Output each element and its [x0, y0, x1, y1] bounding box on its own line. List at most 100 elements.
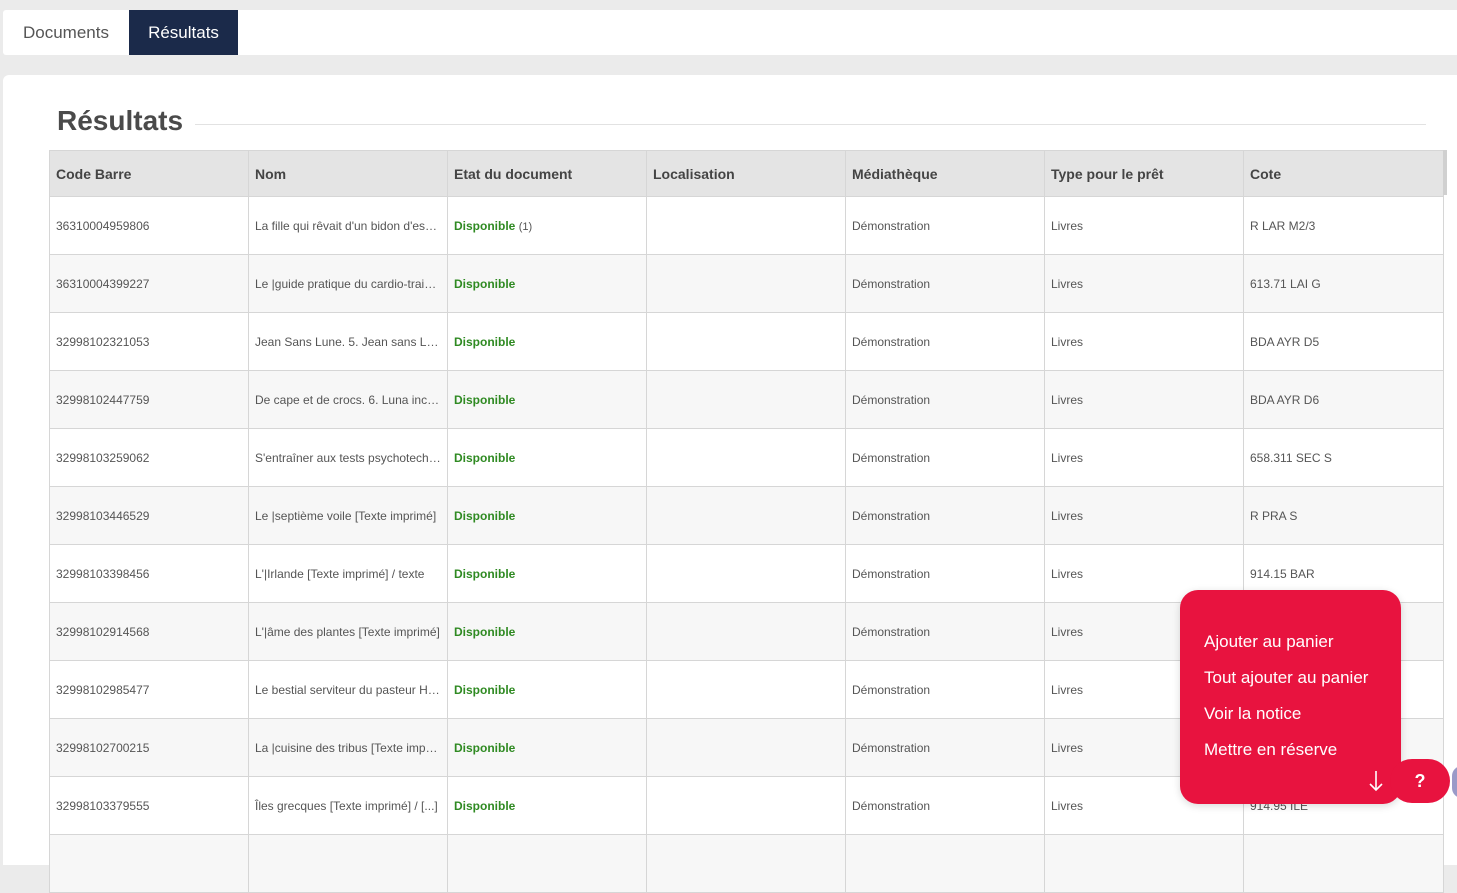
- table-row[interactable]: [49, 834, 1444, 893]
- cell-localisation: [646, 834, 846, 893]
- table-row[interactable]: 36310004959806 La fille qui rêvait d'un b…: [49, 196, 1444, 255]
- column-header-localisation[interactable]: Localisation: [646, 150, 846, 197]
- side-widget-edge[interactable]: [1452, 766, 1457, 798]
- cell-nom: S'entraîner aux tests psychotechniques: [248, 428, 448, 487]
- cell-mediatheque: Démonstration: [845, 718, 1045, 777]
- cell-nom: La fille qui rêvait d'un bidon d'essence…: [248, 196, 448, 255]
- availability-status: Disponible: [454, 392, 516, 407]
- cell-nom: De cape et de crocs. 6. Luna incognita: [248, 370, 448, 429]
- cell-nom: Le |guide pratique du cardio-training: [248, 254, 448, 313]
- menu-item-voir-notice[interactable]: Voir la notice: [1204, 704, 1301, 724]
- column-header-etat[interactable]: Etat du document: [447, 150, 647, 197]
- cell-localisation: [646, 544, 846, 603]
- availability-status: Disponible: [454, 508, 516, 523]
- column-header-nom[interactable]: Nom: [248, 150, 448, 197]
- cell-type-pret: Livres: [1044, 428, 1244, 487]
- page-title: Résultats: [57, 105, 184, 136]
- cell-type-pret: Livres: [1044, 254, 1244, 313]
- cell-type-pret: Livres: [1044, 196, 1244, 255]
- cell-nom: La |cuisine des tribus [Texte imprimé]: [248, 718, 448, 777]
- cell-mediatheque: Démonstration: [845, 776, 1045, 835]
- cell-nom: Jean Sans Lune. 5. Jean sans Lune: [248, 312, 448, 371]
- cell-nom: Le bestial serviteur du pasteur Huuskone…: [248, 660, 448, 719]
- cell-mediatheque: Démonstration: [845, 544, 1045, 603]
- availability-status: Disponible: [454, 740, 516, 755]
- column-header-type-pret[interactable]: Type pour le prêt: [1044, 150, 1244, 197]
- table-row[interactable]: 36310004399227 Le |guide pratique du card…: [49, 254, 1444, 313]
- cell-etat: Disponible: [447, 718, 647, 777]
- cell-localisation: [646, 428, 846, 487]
- cell-etat: Disponible: [447, 254, 647, 313]
- table-row[interactable]: 32998103446529 Le |septième voile [Texte …: [49, 486, 1444, 545]
- cell-localisation: [646, 196, 846, 255]
- availability-status: Disponible: [454, 334, 516, 349]
- cell-cote: BDA AYR D5: [1243, 312, 1444, 371]
- availability-status: Disponible: [454, 624, 516, 639]
- cell-etat: Disponible (1): [447, 196, 647, 255]
- cell-cote: [1243, 834, 1444, 893]
- cell-localisation: [646, 254, 846, 313]
- cell-cote: R PRA S: [1243, 486, 1444, 545]
- cell-etat: Disponible: [447, 312, 647, 371]
- context-menu: Ajouter au panier Tout ajouter au panier…: [1180, 590, 1401, 804]
- cell-code-barre: 32998103379555: [49, 776, 249, 835]
- menu-item-ajouter-panier[interactable]: Ajouter au panier: [1204, 632, 1333, 652]
- cell-nom: [248, 834, 448, 893]
- column-header-cote[interactable]: Cote: [1243, 150, 1444, 197]
- table-row[interactable]: 32998102321053 Jean Sans Lune. 5. Jean sa…: [49, 312, 1444, 371]
- cell-mediatheque: [845, 834, 1045, 893]
- availability-status: Disponible: [454, 566, 516, 581]
- column-header-mediatheque[interactable]: Médiathèque: [845, 150, 1045, 197]
- availability-status: Disponible: [454, 798, 516, 813]
- cell-mediatheque: Démonstration: [845, 312, 1045, 371]
- menu-item-mettre-reserve[interactable]: Mettre en réserve: [1204, 740, 1337, 760]
- cell-localisation: [646, 370, 846, 429]
- help-button[interactable]: ?: [1390, 759, 1450, 803]
- cell-cote: 613.71 LAI G: [1243, 254, 1444, 313]
- cell-etat: Disponible: [447, 428, 647, 487]
- horizontal-scrollbar[interactable]: [1443, 150, 1447, 195]
- cell-localisation: [646, 602, 846, 661]
- cell-cote: BDA AYR D6: [1243, 370, 1444, 429]
- table-row[interactable]: 32998103259062 S'entraîner aux tests psyc…: [49, 428, 1444, 487]
- cell-localisation: [646, 718, 846, 777]
- table-row[interactable]: 32998102447759 De cape et de crocs. 6. Lu…: [49, 370, 1444, 429]
- cell-nom: L'|âme des plantes [Texte imprimé]: [248, 602, 448, 661]
- cell-etat: Disponible: [447, 370, 647, 429]
- availability-count: (1): [518, 220, 533, 233]
- title-divider: [195, 124, 1426, 125]
- cell-code-barre: 32998103446529: [49, 486, 249, 545]
- tab-documents[interactable]: Documents: [3, 10, 129, 55]
- availability-status: Disponible: [454, 450, 516, 465]
- cell-localisation: [646, 660, 846, 719]
- availability-status: Disponible: [454, 276, 516, 291]
- cell-nom: L'|Irlande [Texte imprimé] / texte: [248, 544, 448, 603]
- cell-code-barre: 32998102985477: [49, 660, 249, 719]
- cell-code-barre: [49, 834, 249, 893]
- cell-code-barre: 32998102700215: [49, 718, 249, 777]
- cell-mediatheque: Démonstration: [845, 428, 1045, 487]
- cell-nom: Îles grecques [Texte imprimé] / [...]: [248, 776, 448, 835]
- arrow-down-icon[interactable]: [1366, 768, 1386, 794]
- cell-code-barre: 32998102447759: [49, 370, 249, 429]
- cell-code-barre: 32998103259062: [49, 428, 249, 487]
- cell-etat: Disponible: [447, 602, 647, 661]
- cell-etat: [447, 834, 647, 893]
- tab-bar: Documents Résultats: [3, 10, 1457, 55]
- cell-type-pret: Livres: [1044, 370, 1244, 429]
- table-header-row: Code Barre Nom Etat du document Localisa…: [49, 150, 1444, 197]
- cell-etat: Disponible: [447, 486, 647, 545]
- cell-code-barre: 32998102321053: [49, 312, 249, 371]
- cell-code-barre: 32998103398456: [49, 544, 249, 603]
- cell-mediatheque: Démonstration: [845, 370, 1045, 429]
- cell-etat: Disponible: [447, 776, 647, 835]
- cell-mediatheque: Démonstration: [845, 602, 1045, 661]
- menu-item-tout-ajouter-panier[interactable]: Tout ajouter au panier: [1204, 668, 1368, 688]
- cell-type-pret: [1044, 834, 1244, 893]
- tab-resultats[interactable]: Résultats: [129, 10, 238, 55]
- cell-code-barre: 36310004959806: [49, 196, 249, 255]
- cell-mediatheque: Démonstration: [845, 660, 1045, 719]
- cell-mediatheque: Démonstration: [845, 196, 1045, 255]
- cell-code-barre: 32998102914568: [49, 602, 249, 661]
- column-header-code-barre[interactable]: Code Barre: [49, 150, 249, 197]
